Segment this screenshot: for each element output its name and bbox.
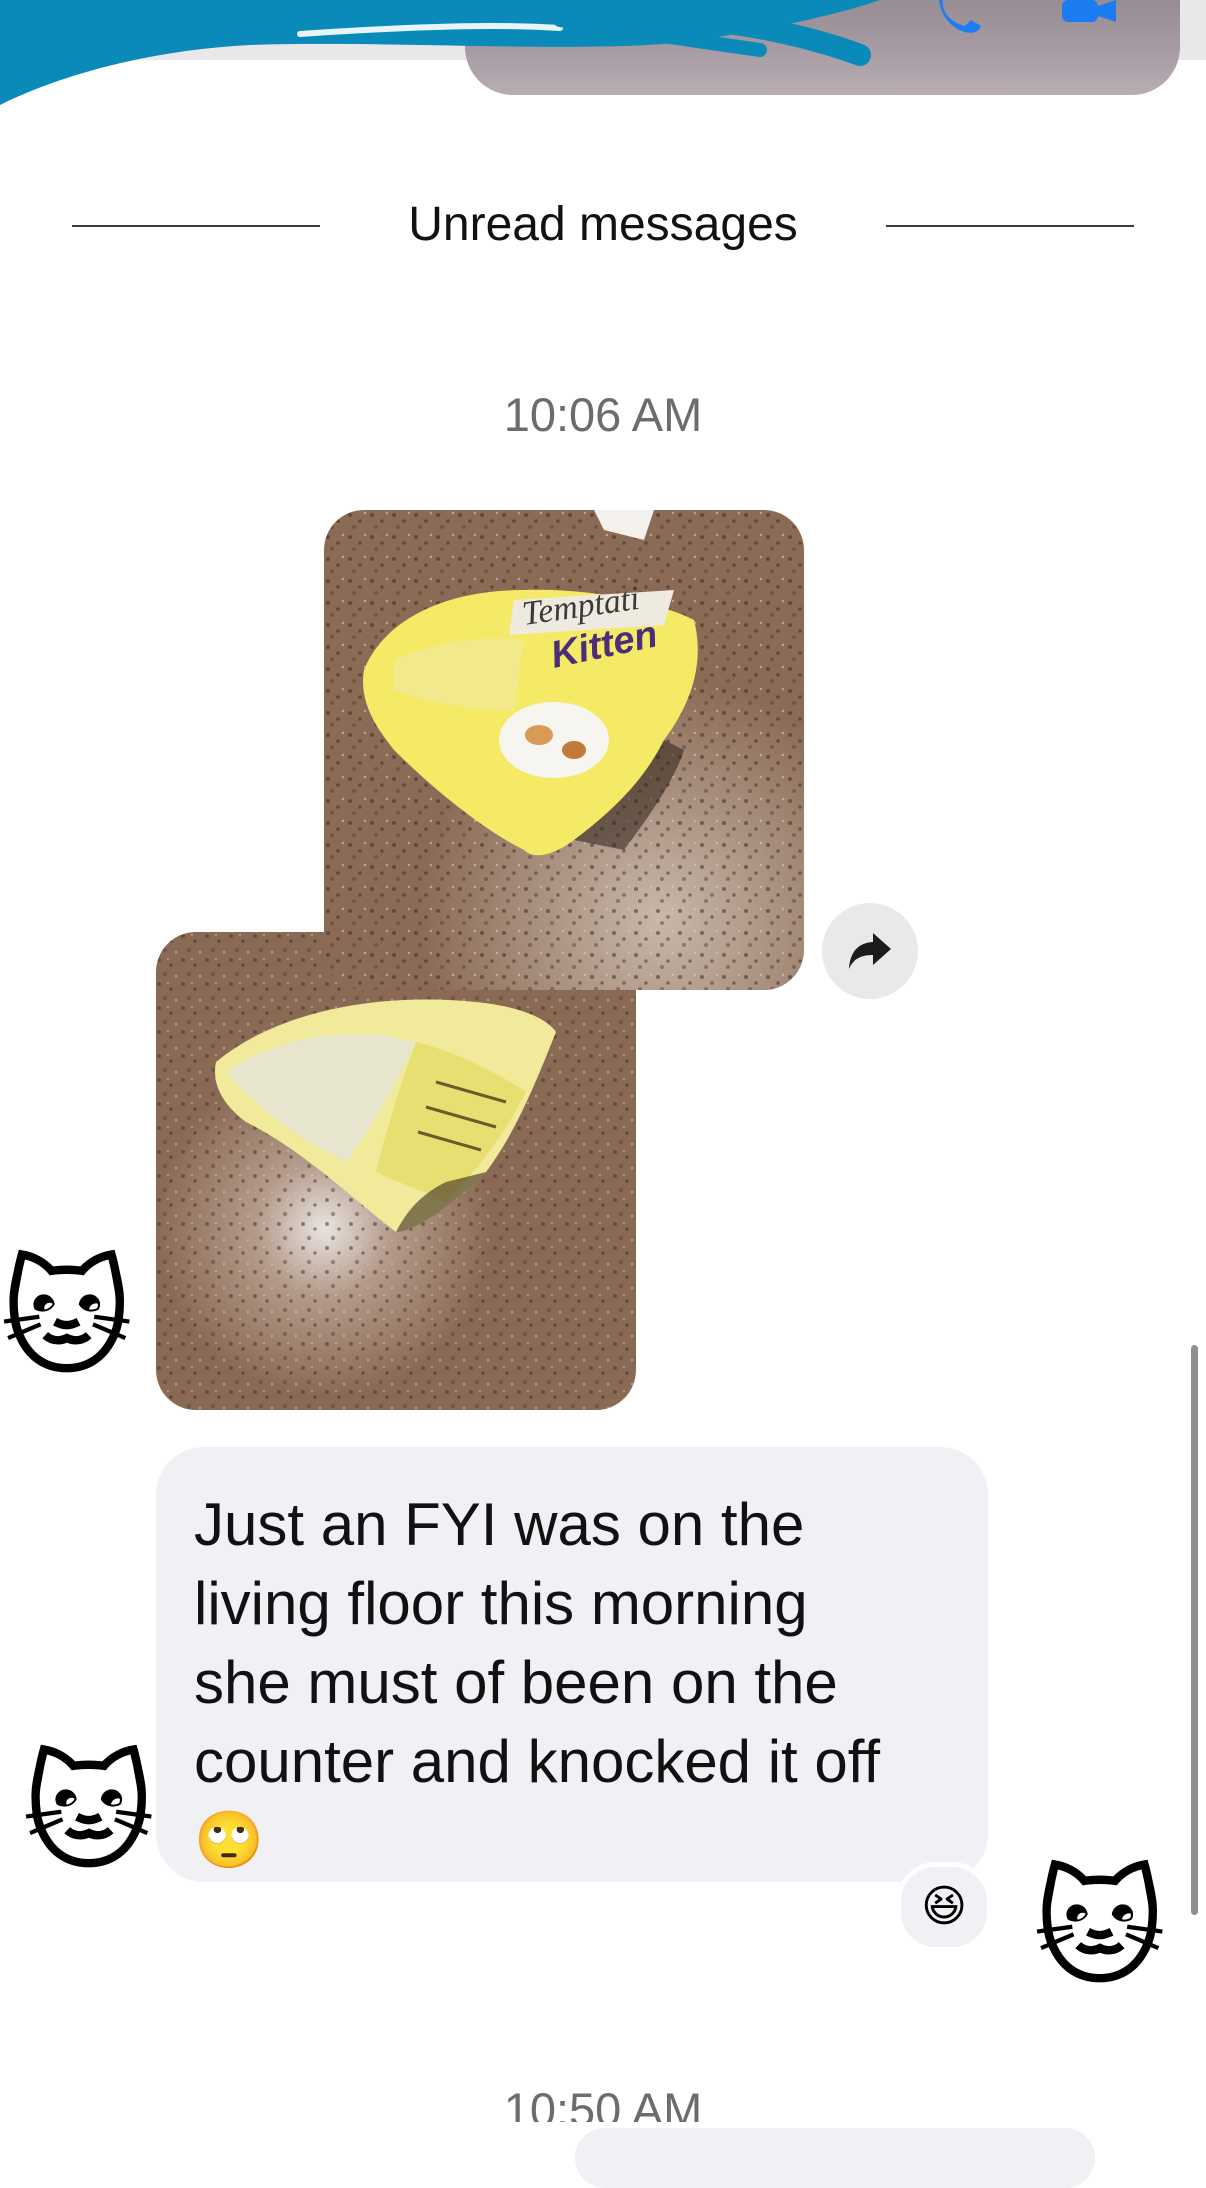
- next-message-bubble[interactable]: [575, 2128, 1095, 2188]
- eye-roll-emoji: 🙄: [194, 1808, 264, 1871]
- phone-icon[interactable]: [935, 0, 995, 40]
- message-bubble[interactable]: Just an FYI was on the living floor this…: [156, 1447, 988, 1882]
- unread-divider-label: Unread messages: [408, 198, 798, 251]
- photo-attachment-2[interactable]: [156, 932, 636, 1410]
- divider-line-left: [72, 225, 320, 227]
- message-timestamp: 10:06 AM: [503, 388, 703, 441]
- divider-line-right: [886, 225, 1134, 227]
- scribble-redaction: [0, 0, 880, 105]
- photo-attachment-1[interactable]: Temptati Kitten: [324, 510, 804, 990]
- forward-button[interactable]: [822, 903, 918, 999]
- reaction-badge[interactable]: 😆: [896, 1862, 992, 1952]
- message-text: Just an FYI was on the living floor this…: [194, 1491, 881, 1795]
- share-arrow-icon: [849, 933, 891, 969]
- video-camera-icon[interactable]: [1060, 0, 1120, 40]
- sender-avatar-2[interactable]: 🐱: [22, 1740, 155, 1890]
- read-receipt-avatar: 🐱: [1033, 1858, 1167, 2001]
- scrollbar[interactable]: [1191, 1345, 1198, 1915]
- laughing-emoji: 😆: [921, 1882, 967, 1931]
- chat-header: [0, 0, 1206, 110]
- next-message-timestamp: 10:50 AM: [503, 2083, 703, 2122]
- sender-avatar[interactable]: 🐱: [0, 1245, 133, 1395]
